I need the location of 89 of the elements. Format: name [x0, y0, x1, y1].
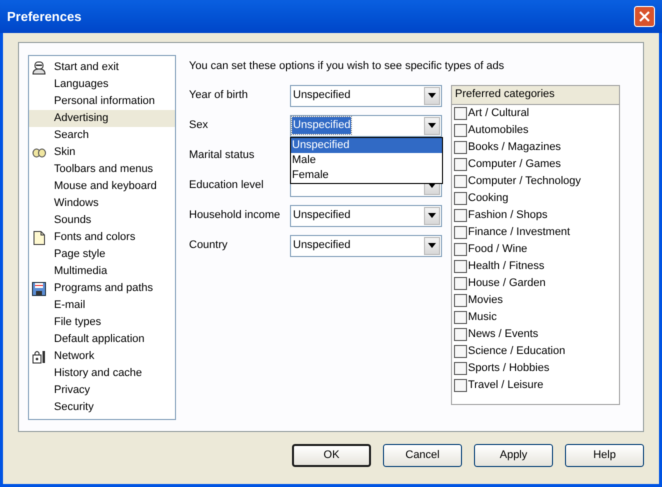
sidebar-item[interactable]: Personal information — [29, 93, 175, 110]
checkbox[interactable] — [454, 174, 467, 188]
dropdown-option[interactable]: Female — [291, 168, 442, 182]
checkbox-label: Finance / Investment — [468, 224, 570, 240]
window-title: Preferences — [7, 8, 82, 26]
dialog-button[interactable]: Help — [565, 444, 644, 467]
sidebar-item[interactable]: Programs and paths — [29, 280, 175, 297]
sidebar-item[interactable]: Fonts and colors — [29, 229, 175, 246]
field-label: Marital status — [189, 148, 256, 164]
checkbox[interactable] — [454, 310, 467, 324]
lock-icon — [32, 350, 46, 364]
dialog-button[interactable]: Cancel — [383, 444, 462, 467]
sidebar-item[interactable]: History and cache — [29, 365, 175, 382]
checkbox-label: News / Events — [468, 326, 538, 342]
sidebar-item[interactable]: Skin — [29, 144, 175, 161]
sidebar-item[interactable]: Toolbars and menus — [29, 161, 175, 178]
sidebar-item[interactable]: Page style — [29, 246, 175, 263]
sidebar-item[interactable]: Windows — [29, 195, 175, 212]
sidebar-item[interactable]: Advertising — [29, 110, 175, 127]
sidebar-item[interactable]: Security — [29, 399, 175, 416]
checkbox-label: Food / Wine — [468, 242, 528, 257]
close-button[interactable] — [634, 6, 655, 27]
checkbox[interactable] — [454, 192, 467, 204]
dropdown-arrow-button[interactable] — [424, 206, 440, 224]
intro-text: You can set these options if you wish to see specific types of ads — [189, 59, 506, 74]
sidebar-item[interactable]: File types — [29, 314, 175, 331]
sidebar-item[interactable]: Sounds — [29, 212, 175, 229]
checkbox-label: Computer / Games — [468, 156, 561, 172]
checkbox[interactable] — [454, 328, 467, 340]
close-icon — [639, 11, 650, 22]
dropdown-option[interactable]: Male — [291, 152, 442, 168]
checkbox[interactable] — [454, 158, 467, 170]
checkbox[interactable] — [454, 208, 467, 222]
dialog-button[interactable]: OK — [292, 444, 371, 467]
dropdown-option[interactable]: Unspecified — [291, 138, 442, 152]
dropdown-arrow-button[interactable] — [424, 116, 440, 134]
dropdown-field[interactable]: Unspecified — [290, 84, 442, 106]
sidebar-item[interactable]: Start and exit — [29, 59, 175, 76]
sidebar-item[interactable]: Languages — [29, 76, 175, 93]
checkbox[interactable] — [454, 140, 467, 154]
checkbox[interactable] — [454, 294, 467, 306]
checkbox-label: Sports / Hobbies — [468, 360, 550, 376]
checkbox-label: Science / Education — [468, 344, 566, 359]
field-label: Country — [189, 238, 229, 254]
checkbox[interactable] — [454, 124, 467, 136]
checkbox-label: Movies — [468, 292, 503, 308]
checkbox-label: Art / Cultural — [468, 106, 530, 121]
field-label: Year of birth — [189, 88, 249, 104]
field-label: Sex — [189, 118, 209, 134]
sidebar-item[interactable]: Multimedia — [29, 263, 175, 280]
dropdown-field[interactable]: Unspecified — [290, 114, 442, 136]
checkbox-label: Travel / Leisure — [468, 378, 544, 393]
sidebar-item[interactable]: Mouse and keyboard — [29, 178, 175, 195]
field-label: Education level — [189, 178, 265, 194]
checkbox-label: Automobiles — [468, 122, 529, 138]
checkbox-label: House / Garden — [468, 276, 546, 291]
checkbox[interactable] — [454, 226, 467, 238]
document-icon — [32, 230, 46, 244]
checkbox[interactable] — [454, 106, 467, 120]
checkbox-label: Computer / Technology — [468, 174, 581, 189]
caret-icon — [428, 93, 436, 98]
caret-icon — [428, 123, 436, 128]
checkbox-label: Music — [468, 310, 497, 325]
caret-icon — [428, 213, 436, 218]
checkbox[interactable] — [454, 242, 467, 256]
checkbox[interactable] — [454, 378, 467, 392]
sidebar-item[interactable]: Search — [29, 127, 175, 144]
sidebar-item[interactable]: Privacy — [29, 382, 175, 399]
checkbox-label: Fashion / Shops — [468, 208, 548, 223]
glasses-icon — [32, 146, 46, 160]
person-icon — [32, 60, 46, 74]
checkbox[interactable] — [454, 344, 467, 358]
checkbox-label: Cooking — [468, 190, 508, 206]
sidebar-item[interactable]: Default application — [29, 331, 175, 348]
checkbox-label: Health / Fitness — [468, 258, 544, 274]
dropdown-arrow-button[interactable] — [424, 86, 440, 104]
caret-icon — [428, 243, 436, 248]
checkbox-label: Books / Magazines — [468, 140, 561, 155]
sidebar-item[interactable]: E-mail — [29, 297, 175, 314]
column-header: Preferred categories — [452, 86, 619, 104]
field-label: Household income — [189, 208, 282, 224]
dialog-button[interactable]: Apply — [474, 444, 553, 467]
dropdown-arrow-button[interactable] — [424, 236, 440, 254]
dropdown-field[interactable]: Unspecified — [290, 204, 442, 226]
checkbox[interactable] — [454, 362, 467, 374]
checkbox[interactable] — [454, 260, 467, 272]
checkbox[interactable] — [454, 276, 467, 290]
sidebar-item[interactable]: Network — [29, 348, 175, 365]
dropdown-field[interactable]: Unspecified — [290, 234, 442, 256]
